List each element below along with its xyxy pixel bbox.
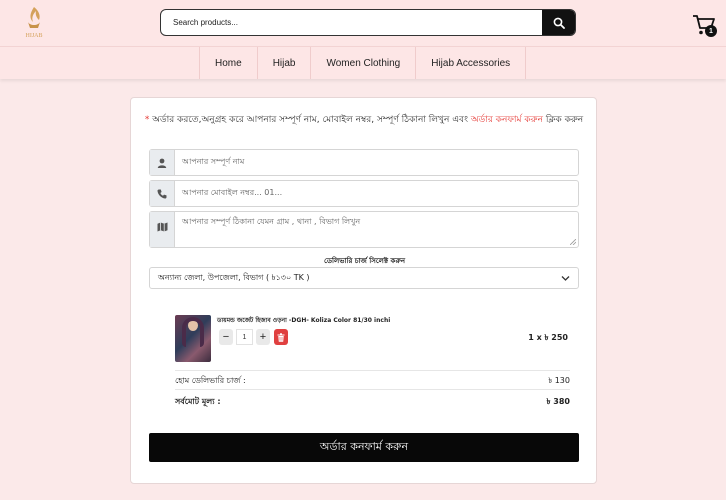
quantity-value[interactable]: 1 xyxy=(236,329,253,345)
delivery-selected-value: অন্যান্য জেলা, উপজেলা, বিভাগ ( ৳১৩০ TK ) xyxy=(158,272,310,282)
decrease-quantity-button[interactable]: − xyxy=(219,329,233,345)
line-item-price: 1 x ৳ 250 xyxy=(528,333,568,342)
nav-item-hijab[interactable]: Hijab xyxy=(258,47,312,79)
address-textarea[interactable]: আপনার সম্পূর্ণ ঠিকানা যেমন গ্রাম , থানা … xyxy=(149,211,579,248)
name-placeholder: আপনার সম্পূর্ণ নাম xyxy=(182,157,245,166)
instructions-highlight: অর্ডার কনফার্ম করুন xyxy=(470,115,543,125)
phone-field[interactable]: আপনার মোবাইল নম্বর... 01... xyxy=(149,180,579,207)
phone-placeholder: আপনার মোবাইল নম্বর... 01... xyxy=(182,188,283,197)
search-input[interactable] xyxy=(161,10,544,35)
instructions-text: অর্ডার করতে,অনুগ্রহ করে আপনার সম্পূর্ণ ন… xyxy=(149,115,471,125)
nav-item-women-clothing[interactable]: Women Clothing xyxy=(311,47,417,79)
phone-icon xyxy=(157,189,167,199)
user-icon-box xyxy=(150,150,175,175)
name-field[interactable]: আপনার সম্পূর্ণ নাম xyxy=(149,149,579,176)
trash-icon xyxy=(277,332,285,342)
search-button[interactable] xyxy=(542,10,575,35)
shipping-label: হোম ডেলিভারি চার্জ : xyxy=(175,376,246,385)
main-nav: Home Hijab Women Clothing Hijab Accessor… xyxy=(0,46,726,79)
brand-logo[interactable]: HIJAB xyxy=(20,4,48,40)
address-placeholder: আপনার সম্পূর্ণ ঠিকানা যেমন গ্রাম , থানা … xyxy=(182,217,361,226)
cart-count-badge: 1 xyxy=(705,25,717,37)
shipping-value: ৳ 130 xyxy=(548,376,570,385)
total-label: সর্বমোট মূল্য : xyxy=(175,397,221,406)
map-icon xyxy=(157,222,167,232)
instructions-suffix: ক্লিক করুন xyxy=(542,115,584,125)
site-header: HIJAB 1 xyxy=(0,0,726,46)
product-thumbnail xyxy=(175,315,211,362)
phone-icon-box xyxy=(150,181,175,206)
order-instructions: * অর্ডার করতে,অনুগ্রহ করে আপনার সম্পূর্ণ… xyxy=(141,114,587,127)
nav-item-home[interactable]: Home xyxy=(200,47,258,79)
total-row: সর্বমোট মূল্য : ৳ 380 xyxy=(175,396,570,409)
resize-handle-icon[interactable] xyxy=(570,239,576,245)
delivery-charge-select[interactable]: অন্যান্য জেলা, উপজেলা, বিভাগ ( ৳১৩০ TK ) xyxy=(149,267,579,289)
total-value: ৳ 380 xyxy=(546,397,570,406)
product-name: ডায়মন্ড জর্জেট হিজাব ওড়না -DGH- Koliza… xyxy=(217,317,391,324)
order-form-card: * অর্ডার করতে,অনুগ্রহ করে আপনার সম্পূর্ণ… xyxy=(130,97,597,484)
increase-quantity-button[interactable]: + xyxy=(256,329,270,345)
remove-item-button[interactable] xyxy=(274,329,288,345)
svg-text:HIJAB: HIJAB xyxy=(25,33,42,39)
search-icon xyxy=(553,17,565,29)
confirm-order-button[interactable]: অর্ডার কনফার্ম করুন xyxy=(149,433,579,462)
divider xyxy=(175,389,570,390)
shipping-row: হোম ডেলিভারি চার্জ : ৳ 130 xyxy=(175,375,570,388)
map-icon-box xyxy=(150,212,175,247)
search-bar xyxy=(160,9,576,36)
divider xyxy=(175,370,570,371)
nav-item-hijab-accessories[interactable]: Hijab Accessories xyxy=(416,47,527,79)
user-icon xyxy=(157,158,167,168)
delivery-charge-label: ডেলিভারি চার্জ সিলেক্ট করুন xyxy=(323,257,406,265)
chevron-down-icon xyxy=(561,276,570,281)
